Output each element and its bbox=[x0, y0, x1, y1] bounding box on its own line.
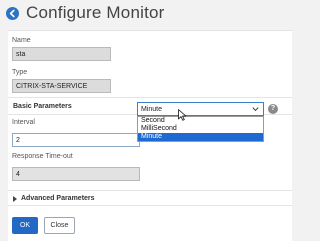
chevron-down-icon bbox=[252, 107, 259, 112]
interval-unit-select[interactable]: Minute bbox=[137, 102, 264, 116]
interval-unit-options[interactable]: Second MilliSecond Minute bbox=[137, 116, 264, 142]
interval-label: Interval bbox=[12, 119, 35, 126]
interval-unit-value: Minute bbox=[141, 106, 163, 113]
type-label: Type bbox=[12, 69, 28, 76]
type-field: CITRIX-STA-SERVICE bbox=[12, 79, 111, 93]
ok-button[interactable]: OK bbox=[12, 217, 38, 234]
page-title: Configure Monitor bbox=[26, 3, 165, 22]
mouse-cursor-icon bbox=[178, 109, 187, 121]
close-button[interactable]: Close bbox=[44, 217, 75, 234]
name-field: sta bbox=[12, 47, 111, 61]
page-header: Configure Monitor bbox=[0, 0, 300, 28]
option-minute[interactable]: Minute bbox=[138, 133, 263, 141]
advanced-parameters-toggle[interactable]: Advanced Parameters bbox=[8, 190, 292, 206]
basic-parameters-title: Basic Parameters bbox=[13, 103, 72, 110]
option-second[interactable]: Second bbox=[138, 117, 263, 125]
option-millisecond[interactable]: MilliSecond bbox=[138, 125, 263, 133]
name-label: Name bbox=[12, 37, 31, 44]
help-icon[interactable]: ? bbox=[268, 104, 278, 114]
back-arrow-icon[interactable] bbox=[6, 7, 19, 20]
response-timeout-label: Response Time-out bbox=[12, 153, 73, 160]
interval-input[interactable]: 2 bbox=[12, 133, 140, 147]
expand-triangle-icon bbox=[13, 196, 17, 202]
response-timeout-input[interactable]: 4 bbox=[12, 167, 140, 181]
advanced-parameters-title: Advanced Parameters bbox=[21, 195, 95, 202]
